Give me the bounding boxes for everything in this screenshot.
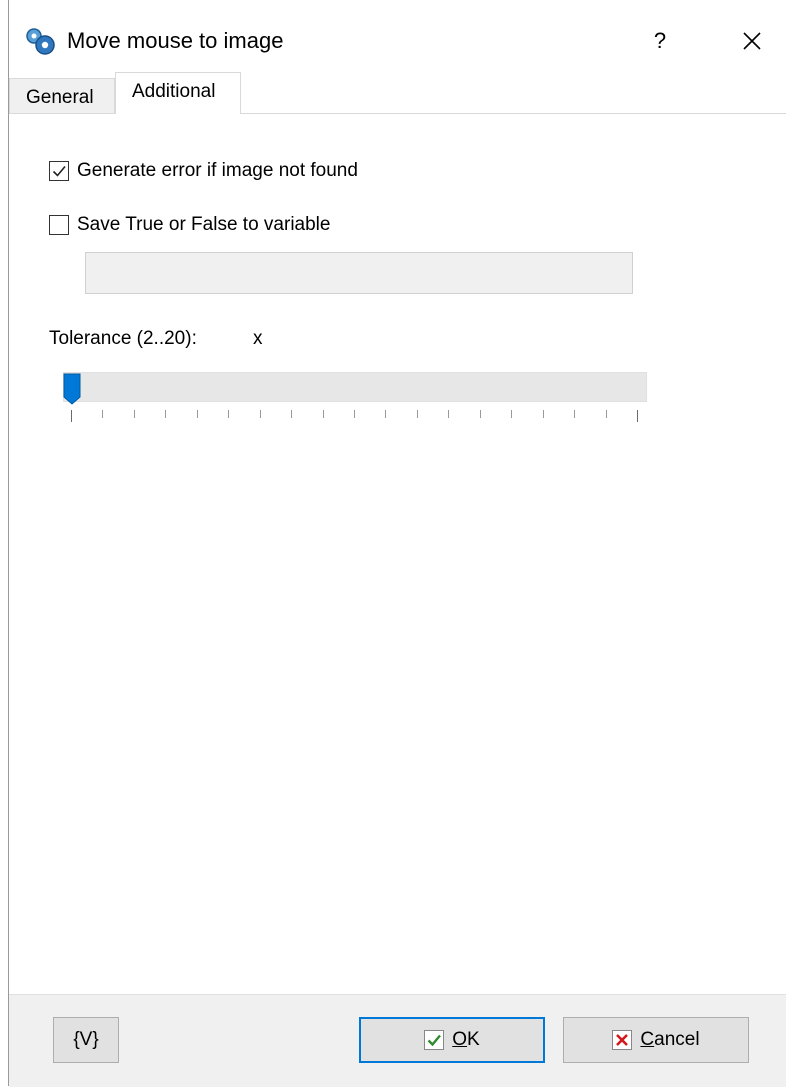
- tolerance-label: Tolerance (2..20):: [49, 328, 197, 349]
- ok-accelerator: O: [452, 1029, 468, 1050]
- variable-name-input[interactable]: [85, 252, 633, 294]
- app-gears-icon: [23, 26, 57, 56]
- slider-tick: [417, 410, 418, 418]
- generate-error-checkbox[interactable]: [49, 161, 69, 181]
- cancel-x-icon: [612, 1030, 633, 1050]
- checkmark-icon: [52, 165, 66, 177]
- slider-tick: [637, 410, 638, 422]
- generate-error-option[interactable]: Generate error if image not found: [49, 158, 358, 184]
- slider-tick: [228, 410, 229, 418]
- cancel-label: Cancel: [640, 1029, 699, 1051]
- tab-strip: General Additional: [9, 72, 786, 114]
- ok-label-rest: K: [467, 1029, 480, 1050]
- cancel-label-rest: ancel: [654, 1029, 700, 1050]
- slider-tick: [323, 410, 324, 418]
- slider-tick: [197, 410, 198, 418]
- tab-additional[interactable]: Additional: [115, 72, 241, 114]
- slider-tick: [606, 410, 607, 418]
- cancel-button[interactable]: Cancel: [563, 1017, 749, 1063]
- variables-button[interactable]: {V}: [53, 1017, 119, 1063]
- slider-tick: [134, 410, 135, 418]
- slider-tick: [448, 410, 449, 418]
- tolerance-value: x: [253, 328, 263, 349]
- slider-tick: [102, 410, 103, 418]
- slider-tick: [260, 410, 261, 418]
- save-to-variable-option[interactable]: Save True or False to variable: [49, 212, 330, 238]
- title-bar: Move mouse to image ?: [9, 16, 786, 68]
- slider-tick: [354, 410, 355, 418]
- generate-error-label: Generate error if image not found: [77, 160, 358, 181]
- ok-check-icon: [424, 1030, 445, 1050]
- ok-button[interactable]: OK: [359, 1017, 545, 1063]
- slider-tick: [71, 410, 72, 422]
- tolerance-slider-track[interactable]: [63, 372, 647, 402]
- slider-thumb-icon[interactable]: [63, 373, 83, 405]
- slider-tick: [543, 410, 544, 418]
- slider-tick: [291, 410, 292, 418]
- slider-tick: [480, 410, 481, 418]
- close-icon: [743, 32, 761, 50]
- tolerance-ticks: [71, 410, 647, 422]
- tab-content-additional: Generate error if image not found Save T…: [9, 114, 786, 994]
- dialog-footer: {V} OK Cancel: [9, 994, 786, 1087]
- help-button[interactable]: ?: [637, 16, 683, 66]
- dialog-window: Move mouse to image ? General Additional…: [8, 0, 786, 1087]
- slider-tick: [385, 410, 386, 418]
- close-button[interactable]: [725, 16, 779, 66]
- slider-tick: [165, 410, 166, 418]
- tab-general[interactable]: General: [9, 78, 115, 114]
- slider-tick: [511, 410, 512, 418]
- save-to-variable-checkbox[interactable]: [49, 215, 69, 235]
- window-title: Move mouse to image: [67, 28, 284, 53]
- slider-tick: [574, 410, 575, 418]
- cancel-accelerator: C: [640, 1029, 655, 1050]
- save-to-variable-label: Save True or False to variable: [77, 214, 331, 235]
- ok-label: OK: [452, 1029, 479, 1051]
